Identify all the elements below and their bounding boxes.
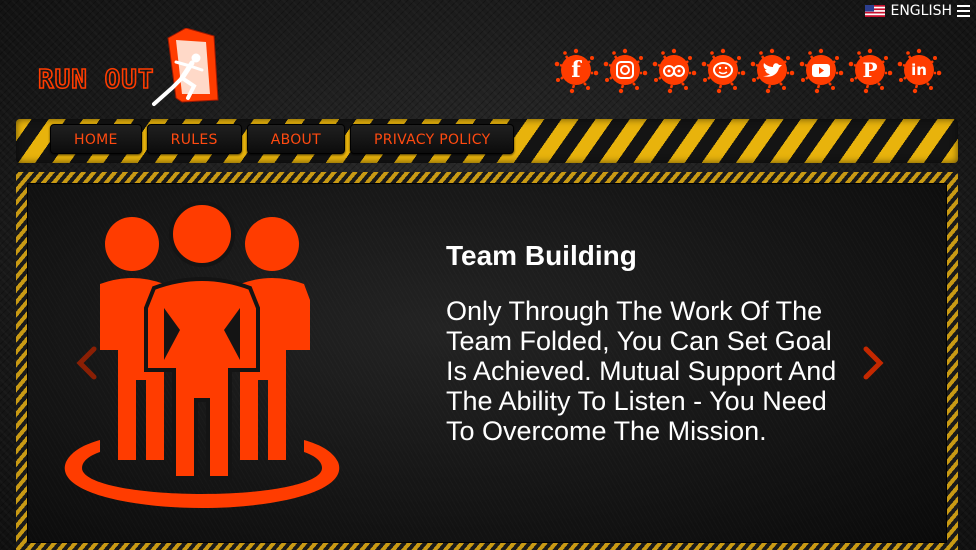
linkedin-glyph: in — [911, 61, 927, 79]
nav-rules[interactable]: RULES — [146, 124, 242, 154]
facebook-glyph: f — [571, 57, 581, 83]
nav-privacy-policy[interactable]: PRIVACY POLICY — [349, 124, 515, 154]
facebook-icon[interactable]: f — [553, 46, 599, 94]
linkedin-icon[interactable]: in — [896, 46, 942, 94]
main-nav: HOME RULES ABOUT PRIVACY POLICY — [50, 124, 515, 154]
nav-home[interactable]: HOME — [50, 124, 142, 154]
chevron-right-icon[interactable] — [860, 345, 886, 381]
logo-text: RUN OUT — [38, 65, 155, 95]
slide-text: Only Through The Work Of The Team Folded… — [446, 296, 837, 446]
us-flag-icon — [865, 5, 886, 17]
pinterest-icon[interactable]: P — [847, 46, 893, 94]
language-label[interactable]: ENGLISH — [890, 3, 952, 19]
hamburger-icon[interactable] — [957, 5, 970, 17]
social-links: f P in — [553, 46, 942, 94]
waze-icon[interactable] — [700, 46, 746, 94]
chevron-left-icon[interactable] — [74, 345, 100, 381]
slide-title: Team Building — [446, 240, 637, 271]
nav-about[interactable]: ABOUT — [246, 124, 345, 154]
twitter-icon[interactable] — [749, 46, 795, 94]
pinterest-glyph: P — [862, 58, 878, 82]
tripadvisor-icon[interactable] — [651, 46, 697, 94]
team-icon — [64, 201, 340, 508]
runout-logo[interactable]: RUN OUT — [36, 28, 226, 112]
instagram-icon[interactable] — [602, 46, 648, 94]
youtube-icon[interactable] — [798, 46, 844, 94]
language-selector[interactable]: ENGLISH — [865, 3, 970, 19]
